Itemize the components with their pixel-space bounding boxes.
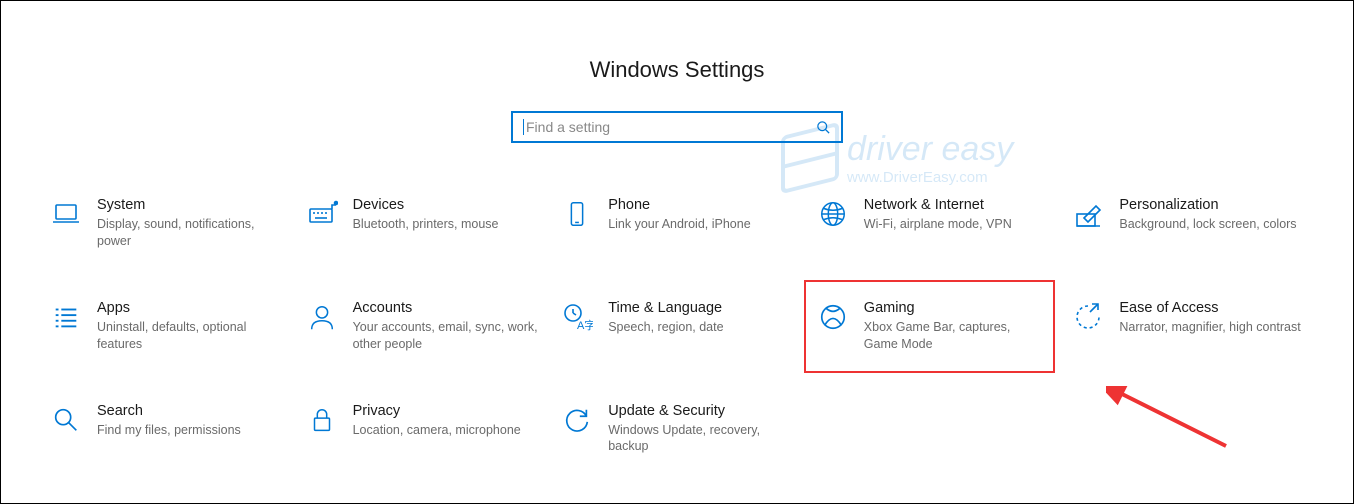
tile-title: System [97, 197, 283, 213]
tile-title: Update & Security [608, 403, 794, 419]
tile-description: Speech, region, date [608, 319, 794, 336]
tile-privacy[interactable]: Privacy Location, camera, microphone [299, 397, 545, 462]
time-lang-icon: A字 [560, 300, 594, 334]
tile-title: Time & Language [608, 300, 794, 316]
tile-description: Narrator, magnifier, high contrast [1119, 319, 1305, 336]
update-icon [560, 403, 594, 437]
search-input[interactable]: Find a setting [511, 111, 843, 143]
tile-title: Network & Internet [864, 197, 1050, 213]
pen-icon [1071, 197, 1105, 231]
tile-search[interactable]: Search Find my files, permissions [43, 397, 289, 462]
tile-text: Gaming Xbox Game Bar, captures, Game Mode [864, 300, 1048, 353]
search-icon [816, 120, 831, 135]
tile-description: Location, camera, microphone [353, 422, 539, 439]
search-placeholder: Find a setting [526, 119, 816, 135]
tile-text: Time & Language Speech, region, date [608, 300, 794, 336]
tile-personalization[interactable]: Personalization Background, lock screen, … [1065, 191, 1311, 256]
tile-text: Phone Link your Android, iPhone [608, 197, 794, 233]
tile-system[interactable]: System Display, sound, notifications, pow… [43, 191, 289, 256]
tile-gaming[interactable]: Gaming Xbox Game Bar, captures, Game Mode [804, 280, 1056, 373]
person-icon [305, 300, 339, 334]
tile-text: Network & Internet Wi-Fi, airplane mode, … [864, 197, 1050, 233]
tile-description: Wi-Fi, airplane mode, VPN [864, 216, 1050, 233]
tile-title: Devices [353, 197, 539, 213]
tile-title: Apps [97, 300, 283, 316]
tile-update[interactable]: Update & Security Windows Update, recover… [554, 397, 800, 462]
tile-text: Accounts Your accounts, email, sync, work… [353, 300, 539, 353]
tile-title: Search [97, 403, 283, 419]
tile-title: Gaming [864, 300, 1048, 316]
tile-text: Personalization Background, lock screen, … [1119, 197, 1305, 233]
tile-description: Display, sound, notifications, power [97, 216, 283, 250]
search-icon [49, 403, 83, 437]
globe-icon [816, 197, 850, 231]
tile-description: Bluetooth, printers, mouse [353, 216, 539, 233]
tile-apps[interactable]: Apps Uninstall, defaults, optional featur… [43, 294, 289, 359]
tile-text: Apps Uninstall, defaults, optional featur… [97, 300, 283, 353]
tile-description: Uninstall, defaults, optional features [97, 319, 283, 353]
tile-accounts[interactable]: Accounts Your accounts, email, sync, work… [299, 294, 545, 359]
tile-text: Devices Bluetooth, printers, mouse [353, 197, 539, 233]
tile-description: Link your Android, iPhone [608, 216, 794, 233]
search-container: Find a setting [1, 111, 1353, 143]
keyboard-icon [305, 197, 339, 231]
tile-description: Your accounts, email, sync, work, other … [353, 319, 539, 353]
tile-text: Privacy Location, camera, microphone [353, 403, 539, 439]
xbox-icon [816, 300, 850, 334]
tile-title: Ease of Access [1119, 300, 1305, 316]
tile-text: Search Find my files, permissions [97, 403, 283, 439]
tile-title: Accounts [353, 300, 539, 316]
tile-text: Ease of Access Narrator, magnifier, high … [1119, 300, 1305, 336]
laptop-icon [49, 197, 83, 231]
tile-title: Privacy [353, 403, 539, 419]
svg-text:A字: A字 [577, 318, 593, 332]
text-cursor [523, 119, 524, 135]
tile-description: Find my files, permissions [97, 422, 283, 439]
tile-title: Phone [608, 197, 794, 213]
tile-title: Personalization [1119, 197, 1305, 213]
apps-icon [49, 300, 83, 334]
tile-text: Update & Security Windows Update, recover… [608, 403, 794, 456]
phone-icon [560, 197, 594, 231]
tile-description: Xbox Game Bar, captures, Game Mode [864, 319, 1048, 353]
tile-text: System Display, sound, notifications, pow… [97, 197, 283, 250]
tile-description: Background, lock screen, colors [1119, 216, 1305, 233]
tile-phone[interactable]: Phone Link your Android, iPhone [554, 191, 800, 256]
tile-devices[interactable]: Devices Bluetooth, printers, mouse [299, 191, 545, 256]
settings-grid: System Display, sound, notifications, pow… [1, 191, 1353, 461]
lock-icon [305, 403, 339, 437]
tile-time[interactable]: A字 Time & Language Speech, region, date [554, 294, 800, 359]
tile-network[interactable]: Network & Internet Wi-Fi, airplane mode, … [810, 191, 1056, 256]
tile-ease[interactable]: Ease of Access Narrator, magnifier, high … [1065, 294, 1311, 359]
page-title: Windows Settings [1, 57, 1353, 83]
ease-icon [1071, 300, 1105, 334]
tile-description: Windows Update, recovery, backup [608, 422, 794, 456]
